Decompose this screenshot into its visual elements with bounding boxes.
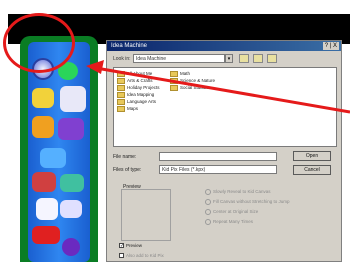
option-radio: Repeat Many Times bbox=[205, 219, 253, 225]
bucket-tool-icon[interactable] bbox=[60, 174, 84, 192]
file-name-label: File name: bbox=[113, 154, 137, 160]
files-of-type-label: Files of type: bbox=[113, 167, 142, 173]
pencil-tool-icon[interactable] bbox=[32, 88, 54, 108]
option-radio: Fill Canvas without Stretching to Jump bbox=[205, 199, 290, 205]
stamp-tool-icon[interactable] bbox=[58, 118, 84, 140]
chevron-down-icon[interactable]: ▾ bbox=[225, 54, 233, 63]
folder-item[interactable]: Maps bbox=[117, 106, 138, 112]
title-bar-buttons[interactable]: ? | X bbox=[322, 42, 339, 50]
add-checkbox: Also add to Kid Pix bbox=[119, 253, 164, 259]
cancel-button[interactable]: Cancel bbox=[293, 165, 331, 175]
preview-checkbox[interactable]: ✓ Preview bbox=[119, 243, 143, 250]
selection-tool-icon[interactable] bbox=[40, 148, 66, 168]
folder-item[interactable]: All About Me bbox=[117, 71, 152, 77]
folder-item[interactable]: Holiday Projects bbox=[117, 85, 160, 91]
folder-item[interactable]: Social Studies bbox=[170, 85, 209, 91]
open-button[interactable]: Open bbox=[293, 151, 331, 161]
up-folder-icon[interactable] bbox=[239, 54, 249, 63]
folder-item[interactable]: Arts & Crafts bbox=[117, 78, 153, 84]
alphabet-tool-icon[interactable] bbox=[60, 86, 86, 112]
folder-item[interactable]: Idea Mapping bbox=[117, 92, 154, 98]
annotation-circle bbox=[3, 13, 75, 73]
background-tool-icon[interactable] bbox=[60, 200, 82, 218]
file-list[interactable]: All About Me Arts & Crafts Holiday Proje… bbox=[113, 67, 337, 147]
preview-pane bbox=[121, 189, 171, 241]
sticker-tool-icon[interactable] bbox=[32, 226, 60, 244]
new-folder-icon[interactable] bbox=[253, 54, 263, 63]
dialog-title: Idea Machine bbox=[111, 43, 148, 49]
checkbox-empty-icon bbox=[119, 253, 124, 259]
file-name-input[interactable] bbox=[159, 152, 277, 161]
color-tool-icon[interactable] bbox=[32, 172, 56, 192]
add-checkbox-label: Also add to Kid Pix bbox=[126, 253, 164, 258]
files-of-type-select[interactable]: Kid Pix Files (*.kpx) bbox=[159, 165, 277, 174]
option-radio: Slowly Reveal to Kid Canvas bbox=[205, 189, 271, 195]
eraser-tool-icon[interactable] bbox=[36, 198, 58, 220]
preview-checkbox-label: Preview bbox=[126, 243, 143, 248]
checkbox-checked-icon: ✓ bbox=[119, 243, 125, 250]
dialog-title-bar: Idea Machine ? | X bbox=[107, 41, 341, 51]
option-radio: Center at Original Size bbox=[205, 209, 258, 215]
folder-item[interactable]: Science & Nature bbox=[170, 78, 215, 84]
look-in-select[interactable]: Idea Machine bbox=[133, 54, 225, 63]
screenshot-stage: Idea Machine ? | X Look in: Idea Machine… bbox=[0, 0, 350, 262]
folder-item[interactable]: Language Arts bbox=[117, 99, 156, 105]
undo-tool-icon[interactable] bbox=[62, 238, 80, 256]
look-in-label: Look in: bbox=[113, 56, 131, 62]
view-menu-icon[interactable] bbox=[267, 54, 277, 63]
folder-item[interactable]: Math bbox=[170, 71, 190, 77]
open-file-dialog: Idea Machine ? | X Look in: Idea Machine… bbox=[106, 40, 342, 262]
paint-tool-icon[interactable] bbox=[32, 116, 54, 138]
